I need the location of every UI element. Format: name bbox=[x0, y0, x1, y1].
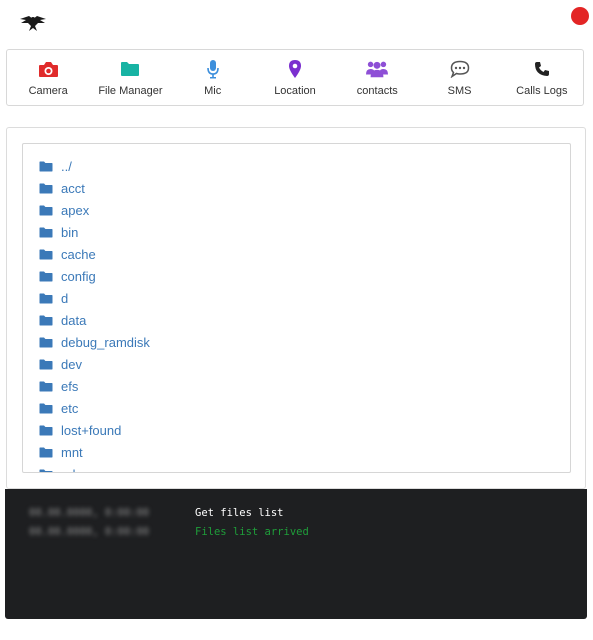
file-list-item[interactable]: config bbox=[39, 265, 570, 287]
file-name: efs bbox=[61, 378, 79, 394]
file-list-item[interactable]: data bbox=[39, 309, 570, 331]
folder-icon bbox=[39, 315, 53, 325]
log-message: Get files list bbox=[195, 507, 284, 519]
eagle-logo-icon bbox=[20, 16, 46, 31]
file-name: odm bbox=[61, 467, 86, 473]
folder-icon bbox=[39, 293, 53, 303]
sms-label: SMS bbox=[447, 85, 472, 97]
file-list-item[interactable]: dev bbox=[39, 353, 570, 375]
sms-icon bbox=[449, 59, 471, 79]
file-list-item[interactable]: etc bbox=[39, 397, 570, 419]
log-timestamp: 00.00.0000, 0:00:00 bbox=[29, 526, 150, 538]
file-list-item[interactable]: acct bbox=[39, 177, 570, 199]
log-message: Files list arrived bbox=[195, 526, 309, 538]
folder-icon bbox=[39, 359, 53, 369]
file-name: apex bbox=[61, 202, 90, 218]
calls-logs-button[interactable]: Calls Logs bbox=[501, 50, 583, 105]
file-list-item[interactable]: bin bbox=[39, 221, 570, 243]
file-manager-panel: ../ acct apex bin cache config d data debug_ramd… bbox=[6, 127, 586, 489]
folder-icon bbox=[39, 183, 53, 193]
file-name: dev bbox=[61, 356, 82, 372]
file-name: acct bbox=[61, 180, 85, 196]
file-list-item[interactable]: debug_ramdisk bbox=[39, 331, 570, 353]
folder-icon bbox=[39, 161, 53, 171]
camera-icon bbox=[37, 59, 59, 79]
location-button[interactable]: Location bbox=[254, 50, 336, 105]
contacts-label: contacts bbox=[356, 85, 398, 97]
feature-toolbar: Camera File Manager Mic Location contact… bbox=[6, 49, 584, 106]
file-name: config bbox=[61, 268, 96, 284]
file-list-item[interactable]: odm bbox=[39, 463, 570, 473]
map-pin-icon bbox=[284, 59, 306, 79]
file-list: ../ acct apex bin cache config d data debug_ramd… bbox=[23, 144, 570, 473]
file-list-item[interactable]: cache bbox=[39, 243, 570, 265]
folder-icon bbox=[39, 205, 53, 215]
folder-icon bbox=[39, 227, 53, 237]
calls-logs-label: Calls Logs bbox=[516, 85, 568, 97]
file-name: etc bbox=[61, 400, 79, 416]
log-line: 00.00.0000, 0:00:00 Get files list bbox=[5, 507, 587, 525]
file-list-item[interactable]: lost+found bbox=[39, 419, 570, 441]
log-console: 00.00.0000, 0:00:00 Get files list 00.00.0… bbox=[5, 489, 587, 619]
folder-icon bbox=[39, 249, 53, 259]
mic-icon bbox=[202, 59, 224, 79]
camera-label: Camera bbox=[28, 85, 68, 97]
file-name: cache bbox=[61, 246, 96, 262]
folder-icon bbox=[39, 381, 53, 391]
mic-button[interactable]: Mic bbox=[172, 50, 254, 105]
contacts-button[interactable]: contacts bbox=[336, 50, 418, 105]
log-timestamp: 00.00.0000, 0:00:00 bbox=[29, 507, 150, 519]
file-name: lost+found bbox=[61, 422, 122, 438]
file-list-item[interactable]: d bbox=[39, 287, 570, 309]
file-manager-label: File Manager bbox=[98, 85, 163, 97]
file-name: ../ bbox=[61, 158, 72, 174]
file-name: mnt bbox=[61, 444, 83, 460]
log-line: 00.00.0000, 0:00:00 Files list arrived bbox=[5, 526, 587, 544]
file-list-item[interactable]: mnt bbox=[39, 441, 570, 463]
folder-icon bbox=[39, 447, 53, 457]
file-list-item[interactable]: ../ bbox=[39, 155, 570, 177]
camera-button[interactable]: Camera bbox=[7, 50, 89, 105]
folder-icon bbox=[119, 59, 141, 79]
connection-status-indicator bbox=[571, 7, 589, 25]
file-name: debug_ramdisk bbox=[61, 334, 150, 350]
folder-icon bbox=[39, 425, 53, 435]
folder-icon bbox=[39, 271, 53, 281]
sms-button[interactable]: SMS bbox=[418, 50, 500, 105]
file-name: bin bbox=[61, 224, 79, 240]
file-name: d bbox=[61, 290, 69, 306]
file-name: data bbox=[61, 312, 87, 328]
file-list-item[interactable]: apex bbox=[39, 199, 570, 221]
folder-icon bbox=[39, 403, 53, 413]
location-label: Location bbox=[274, 85, 316, 97]
file-list-item[interactable]: efs bbox=[39, 375, 570, 397]
file-list-container[interactable]: ../ acct apex bin cache config d data debug_ramd… bbox=[22, 143, 571, 473]
phone-icon bbox=[531, 59, 553, 79]
folder-icon bbox=[39, 337, 53, 347]
folder-icon bbox=[39, 469, 53, 472]
users-icon bbox=[366, 59, 389, 79]
mic-label: Mic bbox=[204, 85, 222, 97]
file-manager-button[interactable]: File Manager bbox=[89, 50, 171, 105]
